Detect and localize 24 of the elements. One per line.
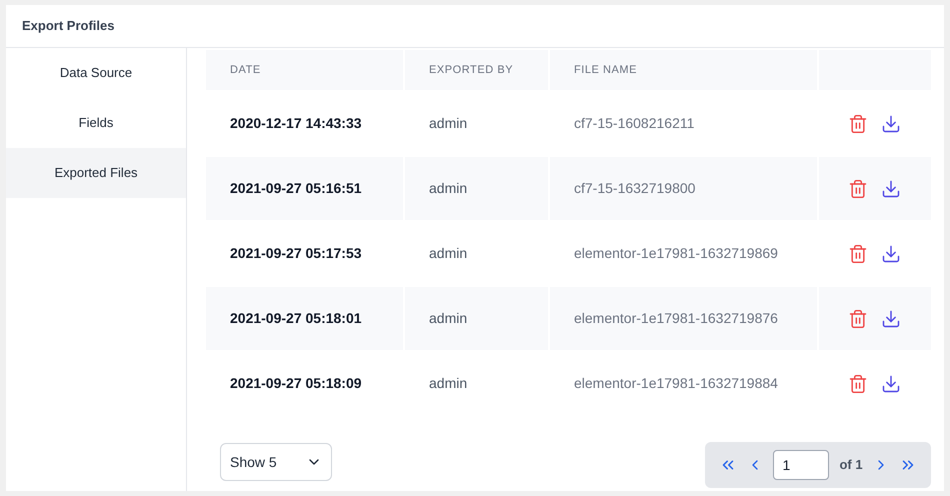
table-cell: 2021-09-27 05:16:51 [206, 157, 403, 220]
table-cell: cf7-15-1632719800 [550, 157, 817, 220]
delete-icon[interactable] [848, 244, 868, 264]
download-icon[interactable] [881, 114, 901, 134]
column-header: FILE NAME [550, 50, 817, 90]
delete-icon[interactable] [848, 374, 868, 394]
download-icon[interactable] [881, 244, 901, 264]
download-icon[interactable] [881, 308, 901, 328]
delete-icon[interactable] [848, 178, 868, 198]
table-cell: 2021-09-27 05:18:01 [206, 287, 403, 350]
table-cell: elementor-1e17981-1632719876 [550, 287, 817, 350]
page-number-field[interactable]: 1 [773, 450, 830, 480]
download-icon[interactable] [881, 178, 901, 198]
column-header: EXPORTED BY [405, 50, 548, 90]
panel-title: Export Profiles [22, 17, 114, 36]
column-header: DATE [206, 50, 403, 90]
sidebar-tab[interactable]: Exported Files [6, 148, 186, 198]
page-size-select[interactable]: Show 5 [220, 443, 332, 481]
download-icon[interactable] [881, 374, 901, 394]
table-cell: admin [405, 287, 548, 350]
delete-icon[interactable] [848, 114, 868, 134]
delete-icon[interactable] [848, 308, 868, 328]
page-count: of 1 [839, 456, 863, 474]
table-cell: admin [405, 157, 548, 220]
